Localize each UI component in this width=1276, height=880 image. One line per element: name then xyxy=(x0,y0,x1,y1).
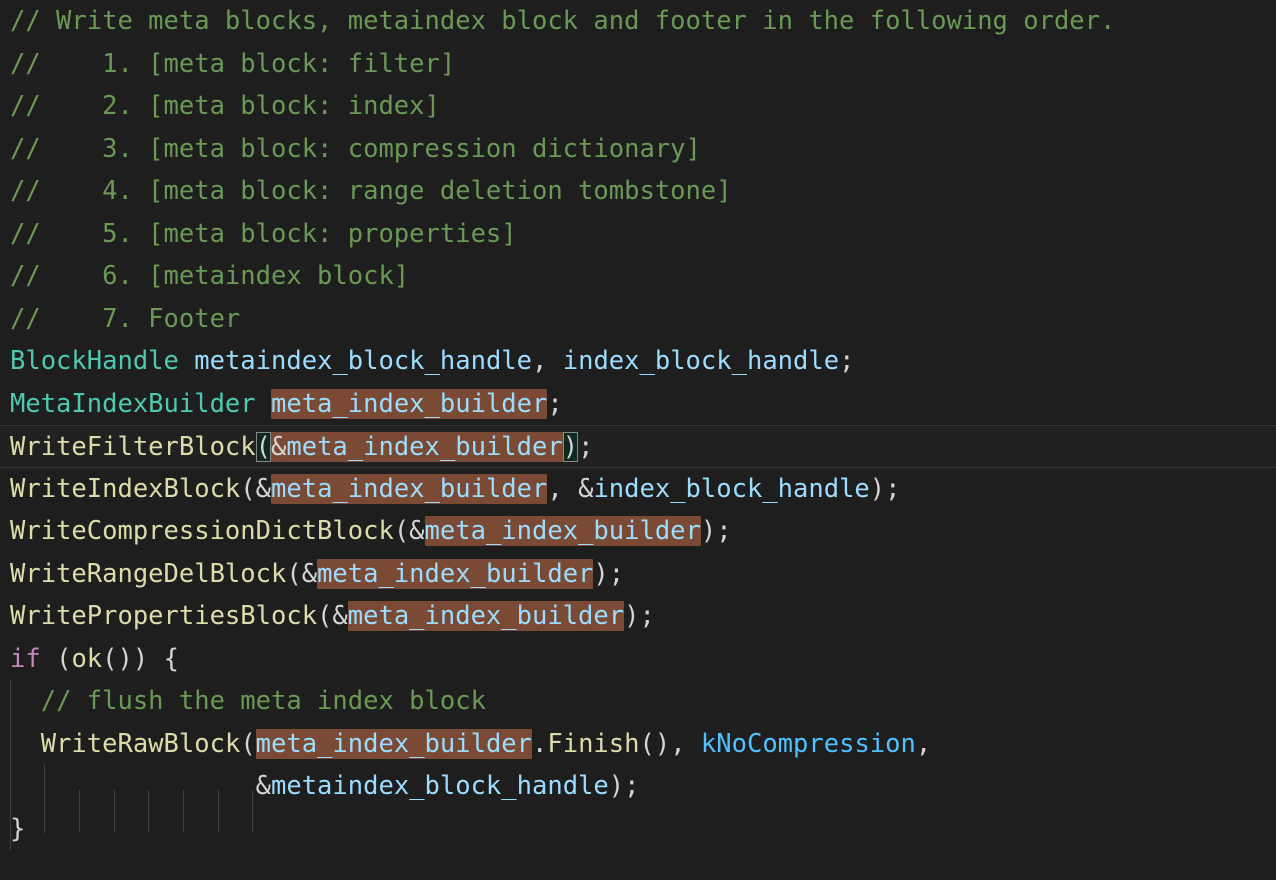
punctuation: ) xyxy=(624,601,640,631)
punctuation: ( xyxy=(286,558,302,589)
punctuation: . xyxy=(532,728,548,759)
occurrence-highlight[interactable]: meta_index_builder xyxy=(271,473,548,504)
punctuation: ; xyxy=(839,346,855,376)
function-token: WriteFilterBlock xyxy=(10,432,256,462)
punctuation: ) xyxy=(700,516,717,546)
code-line[interactable]: WriteCompressionDictBlock(&meta_index_bu… xyxy=(0,510,1276,553)
comment-token: // flush the meta index block xyxy=(40,686,486,716)
punctuation: ) xyxy=(869,473,886,504)
code-line[interactable]: // 2. [meta block: index] xyxy=(0,85,1276,128)
punctuation: & xyxy=(301,558,318,589)
punctuation: ; xyxy=(885,473,901,504)
code-line[interactable]: WriteIndexBlock(&meta_index_builder, &in… xyxy=(0,468,1276,511)
punctuation: ; xyxy=(624,771,640,801)
constant-token: kNoCompression xyxy=(700,728,916,759)
punctuation: ) xyxy=(593,558,609,589)
punctuation: ; xyxy=(639,601,655,631)
comment-token: // Write meta blocks, metaindex block an… xyxy=(10,6,1116,36)
punctuation: ( xyxy=(240,473,256,504)
function-token: ok xyxy=(71,643,103,674)
code-line[interactable]: BlockHandle metaindex_block_handle, inde… xyxy=(0,340,1276,383)
comment-token: // 4. [meta block: range deletion tombst… xyxy=(10,176,732,206)
function-token: WriteRangeDelBlock xyxy=(10,558,287,589)
punctuation: ()) { xyxy=(102,643,179,674)
code-line[interactable]: MetaIndexBuilder meta_index_builder; xyxy=(0,383,1276,426)
punctuation: & xyxy=(271,432,287,462)
occurrence-highlight[interactable]: meta_index_builder xyxy=(347,601,625,631)
punctuation: ( xyxy=(317,601,333,631)
code-line[interactable]: // 6. [metaindex block] xyxy=(0,255,1276,298)
code-line[interactable]: } xyxy=(0,808,1276,851)
code-line[interactable]: WritePropertiesBlock(&meta_index_builder… xyxy=(0,595,1276,638)
code-line[interactable]: // Write meta blocks, metaindex block an… xyxy=(0,0,1276,43)
function-token: WriteRawBlock xyxy=(40,728,241,759)
comment-token: // 1. [meta block: filter] xyxy=(10,48,456,79)
punctuation: & xyxy=(255,771,271,801)
occurrence-highlight[interactable]: meta_index_builder xyxy=(286,432,563,462)
punctuation: & xyxy=(255,473,272,504)
occurrence-highlight[interactable]: meta_index_builder xyxy=(424,516,701,546)
code-line[interactable]: // 5. [meta block: properties] xyxy=(0,213,1276,256)
comment-token: // 7. Footer xyxy=(10,303,241,334)
punctuation: & xyxy=(409,516,425,546)
code-line[interactable]: &metaindex_block_handle); xyxy=(0,765,1276,808)
punctuation: ( xyxy=(240,728,256,759)
variable-token: metaindex_block_handle xyxy=(271,771,609,801)
punctuation: (), xyxy=(639,728,701,759)
punctuation: & xyxy=(332,601,348,631)
bracket-match-close: ) xyxy=(562,432,579,462)
punctuation: , xyxy=(532,346,563,376)
variable-token: index_block_handle xyxy=(593,473,870,504)
code-line[interactable]: WriteRangeDelBlock(&meta_index_builder); xyxy=(0,553,1276,596)
comment-token: // 5. [meta block: properties] xyxy=(10,218,517,249)
variable-token: metaindex_block_handle xyxy=(194,346,533,376)
code-line[interactable]: // 7. Footer xyxy=(0,298,1276,341)
keyword-token: if xyxy=(10,643,41,674)
code-line[interactable]: WriteRawBlock(meta_index_builder.Finish(… xyxy=(0,723,1276,766)
punctuation: ; xyxy=(578,432,594,462)
punctuation: ; xyxy=(608,558,625,589)
punctuation: ; xyxy=(547,388,563,419)
punctuation: } xyxy=(10,813,26,844)
punctuation: ( xyxy=(40,643,72,674)
punctuation: ) xyxy=(608,771,625,801)
code-line[interactable]: // flush the meta index block xyxy=(0,680,1276,723)
occurrence-highlight[interactable]: meta_index_builder xyxy=(317,558,594,589)
punctuation: , xyxy=(915,728,932,759)
function-token: WritePropertiesBlock xyxy=(10,601,318,631)
code-line[interactable]: // 3. [meta block: compression dictionar… xyxy=(0,128,1276,171)
code-line[interactable]: // 1. [meta block: filter] xyxy=(0,43,1276,86)
variable-token: index_block_handle xyxy=(562,346,840,376)
code-editor[interactable]: // Write meta blocks, metaindex block an… xyxy=(0,0,1276,880)
code-line[interactable]: // 4. [meta block: range deletion tombst… xyxy=(0,170,1276,213)
function-token: WriteIndexBlock xyxy=(10,473,241,504)
function-token: Finish xyxy=(547,728,640,759)
occurrence-highlight[interactable]: meta_index_builder xyxy=(255,728,533,759)
punctuation: , xyxy=(547,473,579,504)
occurrence-highlight[interactable]: meta_index_builder xyxy=(271,388,548,419)
comment-token: // 2. [meta block: index] xyxy=(10,91,440,121)
comment-token: // 6. [metaindex block] xyxy=(10,261,410,291)
type-token: BlockHandle xyxy=(10,346,179,376)
type-token: MetaIndexBuilder xyxy=(10,388,256,419)
function-token: WriteCompressionDictBlock xyxy=(10,516,394,546)
code-line[interactable]: if (ok()) { xyxy=(0,638,1276,681)
comment-token: // 3. [meta block: compression dictionar… xyxy=(10,133,701,164)
code-line-current[interactable]: WriteFilterBlock(&meta_index_builder); xyxy=(0,425,1276,468)
punctuation: ; xyxy=(716,516,732,546)
punctuation: & xyxy=(578,473,594,504)
bracket-match-open: ( xyxy=(255,432,271,462)
punctuation: ( xyxy=(393,516,410,546)
